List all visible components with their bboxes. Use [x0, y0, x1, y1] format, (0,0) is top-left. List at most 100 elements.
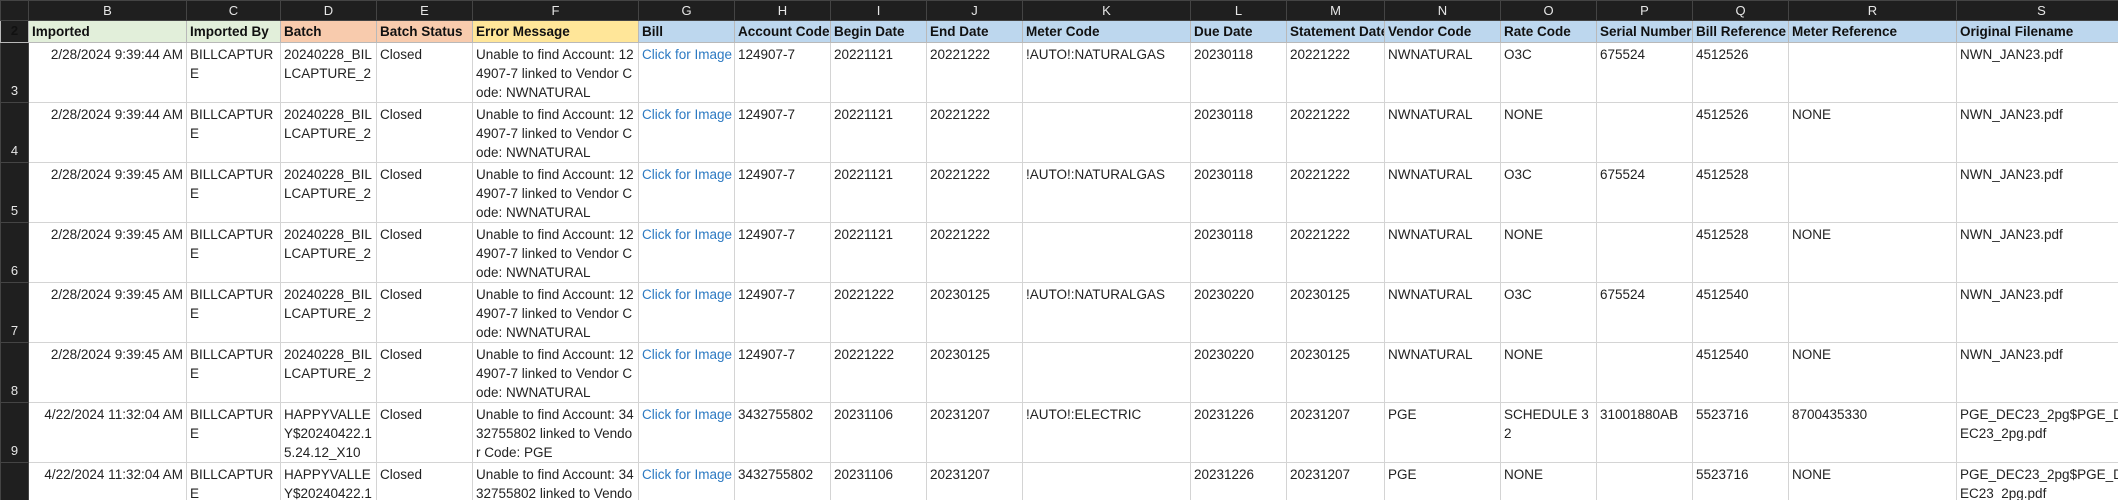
cell-g[interactable]: Click for Image [638, 342, 735, 403]
cell-l[interactable]: 20231226 [1190, 402, 1287, 463]
cell-n[interactable]: PGE [1384, 402, 1501, 463]
column-letter-n[interactable]: N [1384, 0, 1501, 21]
cell-i[interactable]: 20221121 [830, 102, 927, 163]
cell-i[interactable]: 20231106 [830, 462, 927, 500]
bill-image-link[interactable]: Click for Image [642, 165, 732, 184]
header-cell[interactable]: Original Filename [1956, 20, 2118, 43]
column-letter-p[interactable]: P [1596, 0, 1693, 21]
cell-e[interactable]: Closed [376, 102, 473, 163]
cell-d[interactable]: HAPPYVALLEY$20240422.15.24.12_X10 [280, 462, 377, 500]
cell-f[interactable]: Unable to find Account: 124907-7 linked … [472, 282, 639, 343]
row-number[interactable]: 3 [0, 42, 29, 103]
row-number[interactable]: 2 [0, 20, 29, 43]
cell-d[interactable]: 20240228_BILLCAPTURE_2 [280, 102, 377, 163]
row-number[interactable]: 8 [0, 342, 29, 403]
cell-p[interactable]: 675524 [1596, 42, 1693, 103]
cell-c[interactable]: BILLCAPTURE [186, 342, 281, 403]
cell-h[interactable]: 124907-7 [734, 162, 831, 223]
cell-j[interactable]: 20221222 [926, 102, 1023, 163]
cell-b[interactable]: 2/28/2024 9:39:44 AM [28, 42, 187, 103]
cell-i[interactable]: 20231106 [830, 402, 927, 463]
cell-q[interactable]: 4512528 [1692, 222, 1789, 283]
column-letter-d[interactable]: D [280, 0, 377, 21]
cell-m[interactable]: 20230125 [1286, 282, 1385, 343]
cell-p[interactable]: 31001880AB [1596, 402, 1693, 463]
header-cell[interactable]: Begin Date [830, 20, 927, 43]
column-letter-b[interactable]: B [28, 0, 187, 21]
cell-i[interactable]: 20221222 [830, 342, 927, 403]
header-cell[interactable]: Vendor Code [1384, 20, 1501, 43]
cell-g[interactable]: Click for Image [638, 282, 735, 343]
header-cell[interactable]: Meter Reference [1788, 20, 1957, 43]
cell-o[interactable]: NONE [1500, 462, 1597, 500]
cell-n[interactable]: NWNATURAL [1384, 162, 1501, 223]
cell-i[interactable]: 20221121 [830, 162, 927, 223]
cell-f[interactable]: Unable to find Account: 124907-7 linked … [472, 222, 639, 283]
cell-h[interactable]: 3432755802 [734, 462, 831, 500]
cell-g[interactable]: Click for Image [638, 102, 735, 163]
cell-l[interactable]: 20230118 [1190, 222, 1287, 283]
cell-p[interactable] [1596, 342, 1693, 403]
header-cell[interactable]: Batch [280, 20, 377, 43]
cell-f[interactable]: Unable to find Account: 124907-7 linked … [472, 162, 639, 223]
column-letter-h[interactable]: H [734, 0, 831, 21]
cell-c[interactable]: BILLCAPTURE [186, 222, 281, 283]
cell-e[interactable]: Closed [376, 462, 473, 500]
cell-s[interactable]: NWN_JAN23.pdf [1956, 42, 2118, 103]
column-letter-l[interactable]: L [1190, 0, 1287, 21]
cell-r[interactable] [1788, 162, 1957, 223]
cell-h[interactable]: 124907-7 [734, 342, 831, 403]
column-letter-r[interactable]: R [1788, 0, 1957, 21]
cell-m[interactable]: 20221222 [1286, 222, 1385, 283]
cell-l[interactable]: 20230118 [1190, 162, 1287, 223]
cell-n[interactable]: NWNATURAL [1384, 342, 1501, 403]
cell-b[interactable]: 2/28/2024 9:39:45 AM [28, 222, 187, 283]
column-letter-s[interactable]: S [1956, 0, 2118, 21]
row-number[interactable]: 4 [0, 102, 29, 163]
cell-o[interactable]: SCHEDULE 32 [1500, 402, 1597, 463]
cell-r[interactable]: 8700435330 [1788, 402, 1957, 463]
cell-l[interactable]: 20230118 [1190, 102, 1287, 163]
cell-e[interactable]: Closed [376, 402, 473, 463]
select-all-corner[interactable] [0, 0, 29, 21]
cell-o[interactable]: NONE [1500, 342, 1597, 403]
cell-s[interactable]: PGE_DEC23_2pg$PGE_DEC23_2pg.pdf [1956, 402, 2118, 463]
cell-k[interactable]: !AUTO!:NATURALGAS [1022, 42, 1191, 103]
cell-o[interactable]: O3C [1500, 282, 1597, 343]
header-cell[interactable]: Account Code [734, 20, 831, 43]
cell-l[interactable]: 20230220 [1190, 282, 1287, 343]
cell-s[interactable]: PGE_DEC23_2pg$PGE_DEC23_2pg.pdf [1956, 462, 2118, 500]
cell-o[interactable]: NONE [1500, 222, 1597, 283]
cell-d[interactable]: HAPPYVALLEY$20240422.15.24.12_X10 [280, 402, 377, 463]
cell-o[interactable]: O3C [1500, 42, 1597, 103]
cell-q[interactable]: 5523716 [1692, 462, 1789, 500]
cell-e[interactable]: Closed [376, 282, 473, 343]
cell-j[interactable]: 20221222 [926, 222, 1023, 283]
cell-b[interactable]: 2/28/2024 9:39:45 AM [28, 342, 187, 403]
cell-l[interactable]: 20230118 [1190, 42, 1287, 103]
cell-p[interactable] [1596, 222, 1693, 283]
cell-c[interactable]: BILLCAPTURE [186, 42, 281, 103]
cell-l[interactable]: 20230220 [1190, 342, 1287, 403]
column-letter-q[interactable]: Q [1692, 0, 1789, 21]
row-number[interactable]: 10 [0, 462, 29, 500]
cell-d[interactable]: 20240228_BILLCAPTURE_2 [280, 282, 377, 343]
row-number[interactable]: 6 [0, 222, 29, 283]
cell-j[interactable]: 20230125 [926, 282, 1023, 343]
cell-j[interactable]: 20230125 [926, 342, 1023, 403]
cell-o[interactable]: O3C [1500, 162, 1597, 223]
cell-g[interactable]: Click for Image [638, 162, 735, 223]
cell-d[interactable]: 20240228_BILLCAPTURE_2 [280, 162, 377, 223]
cell-m[interactable]: 20221222 [1286, 102, 1385, 163]
cell-m[interactable]: 20231207 [1286, 402, 1385, 463]
cell-p[interactable]: 675524 [1596, 282, 1693, 343]
bill-image-link[interactable]: Click for Image [642, 405, 732, 424]
cell-k[interactable] [1022, 342, 1191, 403]
header-cell[interactable]: Due Date [1190, 20, 1287, 43]
cell-h[interactable]: 124907-7 [734, 102, 831, 163]
cell-h[interactable]: 3432755802 [734, 402, 831, 463]
column-letter-g[interactable]: G [638, 0, 735, 21]
bill-image-link[interactable]: Click for Image [642, 285, 732, 304]
cell-e[interactable]: Closed [376, 342, 473, 403]
cell-f[interactable]: Unable to find Account: 3432755802 linke… [472, 462, 639, 500]
